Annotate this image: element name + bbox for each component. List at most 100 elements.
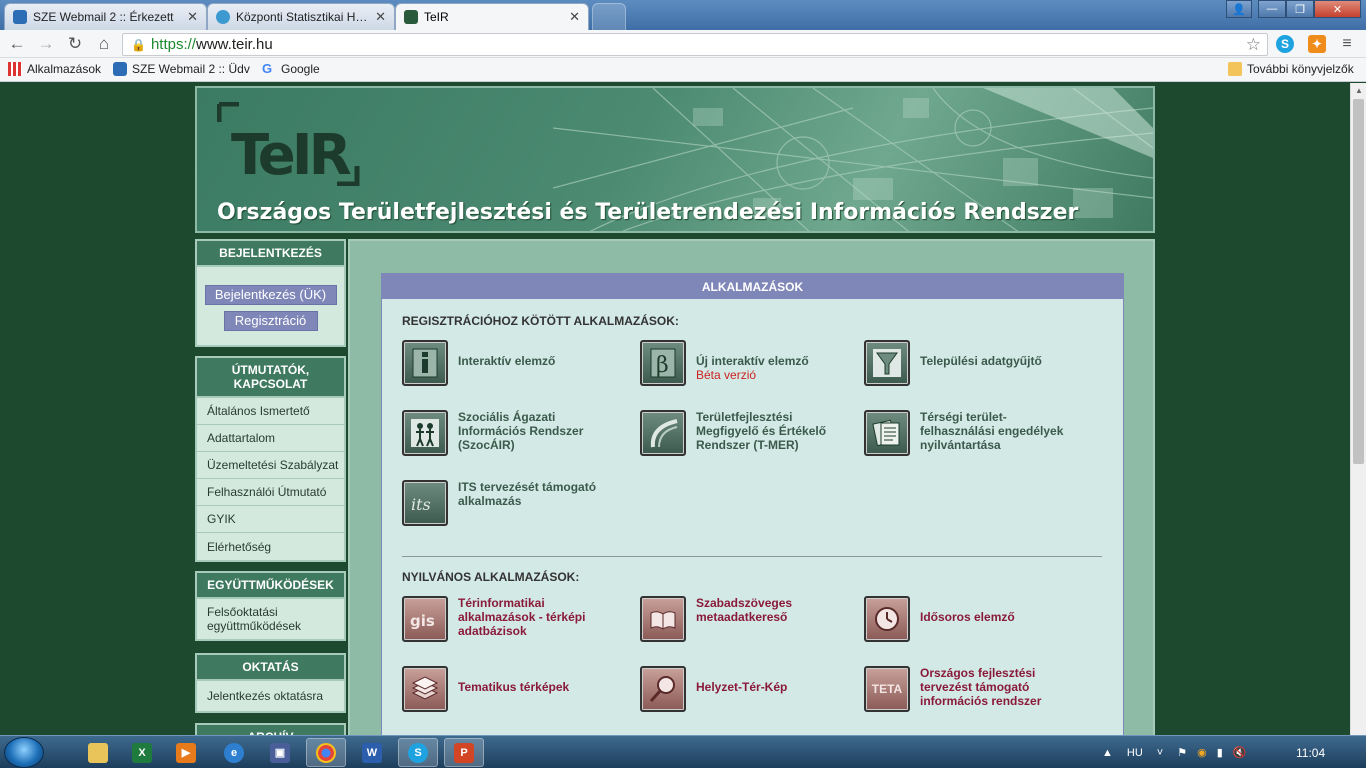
close-icon[interactable]: ✕ <box>187 9 198 25</box>
teir-favicon-icon <box>404 10 418 24</box>
ie-taskbar-button[interactable]: e <box>214 738 254 767</box>
tab-teir[interactable]: TeIR ✕ <box>395 3 589 30</box>
scroll-up-arrow-icon[interactable]: ▲ <box>1351 83 1366 97</box>
teta-icon-text: TETA <box>871 682 903 696</box>
start-button[interactable] <box>4 737 44 768</box>
floppy-icon: ▣ <box>270 742 290 763</box>
app-helyzet-ter-kep[interactable]: Helyzet-Tér-Kép <box>640 666 850 712</box>
language-indicator[interactable]: HU <box>1127 747 1143 759</box>
google-icon: G <box>262 61 273 76</box>
menu-icon[interactable]: ≡ <box>1338 35 1356 53</box>
bookmark-sze-webmail[interactable]: SZE Webmail 2 :: Üdv <box>113 62 250 76</box>
bookmark-google[interactable]: G Google <box>262 61 320 77</box>
gis-icon: gis <box>402 596 448 642</box>
app-new-interactive-analyzer[interactable]: β Új interaktív elemző Béta verzió <box>640 340 850 386</box>
close-window-button[interactable]: ✕ <box>1314 0 1361 18</box>
app-gis[interactable]: gis Térinformatikai alkalmazások - térké… <box>402 596 622 642</box>
app-szocair[interactable]: Szociális Ágazati Információs Rendszer (… <box>402 410 622 456</box>
app-time-series[interactable]: Idősoros elemző <box>864 596 1104 642</box>
avast-icon[interactable]: ◉ <box>1197 746 1207 759</box>
clock-icon <box>864 596 910 642</box>
forward-arrow-icon[interactable]: → <box>35 34 57 54</box>
book-icon <box>640 596 686 642</box>
bookmark-label: Alkalmazások <box>27 62 102 76</box>
system-tray: ▲ HU ˅ ⚑ ◉ ▮ 🔇 <box>1100 736 1246 768</box>
other-bookmarks[interactable]: További könyvjelzők <box>1228 62 1354 76</box>
tray-expand-icon[interactable]: ▲ <box>1102 747 1113 759</box>
login-heading: BEJELENTKEZÉS <box>195 239 346 267</box>
magnifier-icon <box>640 666 686 712</box>
ksh-favicon-icon <box>216 10 230 24</box>
bookmark-label: További könyvjelzők <box>1247 62 1354 76</box>
tab-title: Központi Statisztikai Hivat <box>236 10 370 24</box>
new-tab-button[interactable] <box>592 3 626 30</box>
extension-icon[interactable]: ✦ <box>1308 35 1326 53</box>
app-label: Országos fejlesztési tervezést támogató … <box>920 666 1042 708</box>
excel-icon: X <box>132 742 152 763</box>
taskbar-clock[interactable]: 11:04 <box>1296 746 1325 760</box>
register-button[interactable]: Regisztráció <box>223 311 318 331</box>
sidebar: BEJELENTKEZÉS Bejelentkezés (ÜK) Regiszt… <box>195 239 346 735</box>
app-t-mer[interactable]: Területfejlesztési Megfigyelő és Értékel… <box>640 410 850 456</box>
back-arrow-icon[interactable]: ← <box>6 34 28 54</box>
svg-text:its: its <box>411 495 431 514</box>
app-interactive-analyzer[interactable]: Interaktív elemző <box>402 340 622 386</box>
sidebar-item-data-content[interactable]: Adattartalom <box>197 425 344 452</box>
explorer-taskbar-button[interactable] <box>78 738 118 767</box>
url-host: www.teir.hu <box>195 36 273 53</box>
app-label: Térinformatikai alkalmazások - térképi a… <box>458 596 586 638</box>
minimize-button[interactable]: — <box>1258 0 1286 18</box>
curve-icon <box>640 410 686 456</box>
save-taskbar-button[interactable]: ▣ <box>260 738 300 767</box>
webmail-favicon-icon <box>13 10 27 24</box>
sidebar-item-contact[interactable]: Elérhetőség <box>197 533 344 560</box>
apps-grid-icon <box>8 62 22 76</box>
skype-taskbar-button[interactable]: S <box>398 738 438 767</box>
battery-icon[interactable]: ▮ <box>1217 746 1223 759</box>
app-settlement-data-collector[interactable]: Települési adatgyűjtő <box>864 340 1104 386</box>
bookmark-star-icon[interactable]: ☆ <box>1246 35 1261 55</box>
reload-icon[interactable]: ↻ <box>64 34 86 54</box>
tab-sze-webmail[interactable]: SZE Webmail 2 :: Érkezett ✕ <box>4 3 207 30</box>
media-taskbar-button[interactable]: ▶ <box>166 738 206 767</box>
sidebar-item-user-guide[interactable]: Felhasználói Útmutató <box>197 479 344 506</box>
sidebar-item-general[interactable]: Általános Ismertető <box>197 398 344 425</box>
scroll-thumb[interactable] <box>1353 99 1364 464</box>
excel-taskbar-button[interactable]: X <box>122 738 162 767</box>
close-icon[interactable]: ✕ <box>375 9 386 25</box>
maximize-button[interactable]: ❐ <box>1286 0 1314 18</box>
app-its-planning[interactable]: its ITS tervezését támogató alkalmazás <box>402 480 622 526</box>
skype-extension-icon[interactable]: S <box>1276 35 1294 53</box>
applications-panel: ALKALMAZÁSOK REGISZTRÁCIÓHOZ KÖTÖTT ALKA… <box>381 273 1124 735</box>
bookmark-apps[interactable]: Alkalmazások <box>8 62 101 76</box>
app-teta[interactable]: TETA Országos fejlesztési tervezést támo… <box>864 666 1104 712</box>
app-label: Idősoros elemző <box>920 610 1015 624</box>
app-thematic-maps[interactable]: Tematikus térképek <box>402 666 622 712</box>
word-taskbar-button[interactable]: W <box>352 738 392 767</box>
powerpoint-icon: P <box>454 742 474 763</box>
app-metadata-search[interactable]: Szabadszöveges metaadatkereső <box>640 596 850 642</box>
powerpoint-taskbar-button[interactable]: P <box>444 738 484 767</box>
main-content: ALKALMAZÁSOK REGISZTRÁCIÓHOZ KÖTÖTT ALKA… <box>348 239 1155 735</box>
login-box: Bejelentkezés (ÜK) Regisztráció <box>195 267 346 347</box>
logo-text: TeIR <box>231 123 351 186</box>
chevron-down-icon[interactable]: ˅ <box>1157 747 1163 759</box>
user-icon[interactable]: 👤 <box>1226 0 1252 18</box>
sidebar-item-education-signup[interactable]: Jelentkezés oktatásra <box>197 681 344 711</box>
login-button[interactable]: Bejelentkezés (ÜK) <box>204 285 337 305</box>
flag-icon[interactable]: ⚑ <box>1177 746 1187 759</box>
sidebar-item-operation-rules[interactable]: Üzemeltetési Szabályzat <box>197 452 344 479</box>
address-bar[interactable]: 🔒 https:// www.teir.hu ☆ <box>122 33 1268 56</box>
page-scrollbar[interactable]: ▲ <box>1350 83 1366 735</box>
volume-muted-icon[interactable]: 🔇 <box>1233 746 1247 759</box>
close-icon[interactable]: ✕ <box>569 9 580 25</box>
teta-icon: TETA <box>864 666 910 712</box>
tab-ksh[interactable]: Központi Statisztikai Hivat ✕ <box>207 3 395 30</box>
sidebar-item-higher-education[interactable]: Felsőoktatási együttműködések <box>197 599 344 639</box>
app-land-use-permits[interactable]: Térségi terület-felhasználási engedélyek… <box>864 410 1104 456</box>
sidebar-item-faq[interactable]: GYIK <box>197 506 344 533</box>
chrome-taskbar-button[interactable] <box>306 738 346 767</box>
home-icon[interactable]: ⌂ <box>93 34 115 54</box>
url-protocol: https:// <box>150 36 196 53</box>
app-label: Szabadszöveges metaadatkereső <box>696 596 793 624</box>
